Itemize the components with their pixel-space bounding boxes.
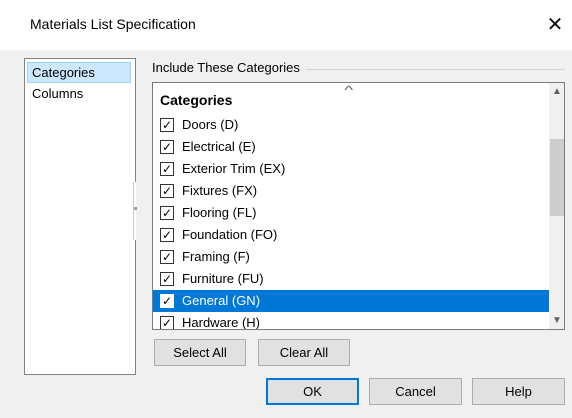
list-item[interactable]: ✓ Electrical (E): [153, 136, 549, 158]
close-icon[interactable]: ✕: [542, 12, 568, 38]
panel-splitter[interactable]: [133, 182, 136, 240]
list-item-label: Exterior Trim (EX): [182, 161, 286, 176]
group-label: Include These Categories: [152, 60, 306, 75]
list-item[interactable]: ✓ Foundation (FO): [153, 224, 549, 246]
vertical-scrollbar[interactable]: ▲ ▼: [549, 83, 564, 329]
list-item[interactable]: ✓ Doors (D): [153, 114, 549, 136]
list-item-label: General (GN): [182, 293, 261, 308]
list-item[interactable]: ✓ Exterior Trim (EX): [153, 158, 549, 180]
nav-item-categories[interactable]: Categories: [27, 62, 131, 83]
list-item[interactable]: ✓ Hardware (H): [153, 312, 549, 330]
checkbox-checked-icon[interactable]: ✓: [160, 294, 174, 308]
checkbox-checked-icon[interactable]: ✓: [160, 206, 174, 220]
dialog-title: Materials List Specification: [30, 16, 196, 32]
scroll-up-icon[interactable]: ▲: [549, 83, 564, 100]
list-item-label: Electrical (E): [182, 139, 256, 154]
checkbox-checked-icon[interactable]: ✓: [160, 162, 174, 176]
categories-listbox[interactable]: Categories ^ ✓ Doors (D) ✓ Electrical (E…: [152, 82, 565, 330]
help-button[interactable]: Help: [472, 378, 565, 405]
checkbox-checked-icon[interactable]: ✓: [160, 316, 174, 329]
list-item-label: Doors (D): [182, 117, 239, 132]
splitter-grip-icon: [134, 207, 137, 210]
list-item-label: Fixtures (FX): [182, 183, 258, 198]
list-item-label: Furniture (FU): [182, 271, 264, 286]
scroll-down-icon[interactable]: ▼: [549, 312, 564, 329]
list-item-label: Framing (F): [182, 249, 250, 264]
list-item[interactable]: ✓ Flooring (FL): [153, 202, 549, 224]
ok-button[interactable]: OK: [266, 378, 359, 405]
cancel-button[interactable]: Cancel: [369, 378, 462, 405]
checkbox-checked-icon[interactable]: ✓: [160, 118, 174, 132]
list-item[interactable]: ✓ Fixtures (FX): [153, 180, 549, 202]
checkbox-checked-icon[interactable]: ✓: [160, 250, 174, 264]
clear-all-button[interactable]: Clear All: [258, 339, 350, 366]
list-item-label: Foundation (FO): [182, 227, 278, 242]
list-item-selected[interactable]: ✓ General (GN): [153, 290, 549, 312]
list-column-header[interactable]: Categories: [160, 92, 232, 108]
title-bar: Materials List Specification ✕: [0, 0, 572, 50]
select-all-button[interactable]: Select All: [154, 339, 246, 366]
scrollbar-thumb[interactable]: [550, 139, 564, 216]
checkbox-checked-icon[interactable]: ✓: [160, 272, 174, 286]
nav-item-columns[interactable]: Columns: [27, 83, 131, 104]
list-item[interactable]: ✓ Framing (F): [153, 246, 549, 268]
list-item-label: Flooring (FL): [182, 205, 257, 220]
category-nav: Categories Columns: [24, 58, 136, 375]
list-item-label: Hardware (H): [182, 315, 261, 330]
list-item[interactable]: ✓ Furniture (FU): [153, 268, 549, 290]
checkbox-checked-icon[interactable]: ✓: [160, 140, 174, 154]
sort-ascending-icon: ^: [344, 83, 354, 97]
checkbox-checked-icon[interactable]: ✓: [160, 184, 174, 198]
checkbox-checked-icon[interactable]: ✓: [160, 228, 174, 242]
